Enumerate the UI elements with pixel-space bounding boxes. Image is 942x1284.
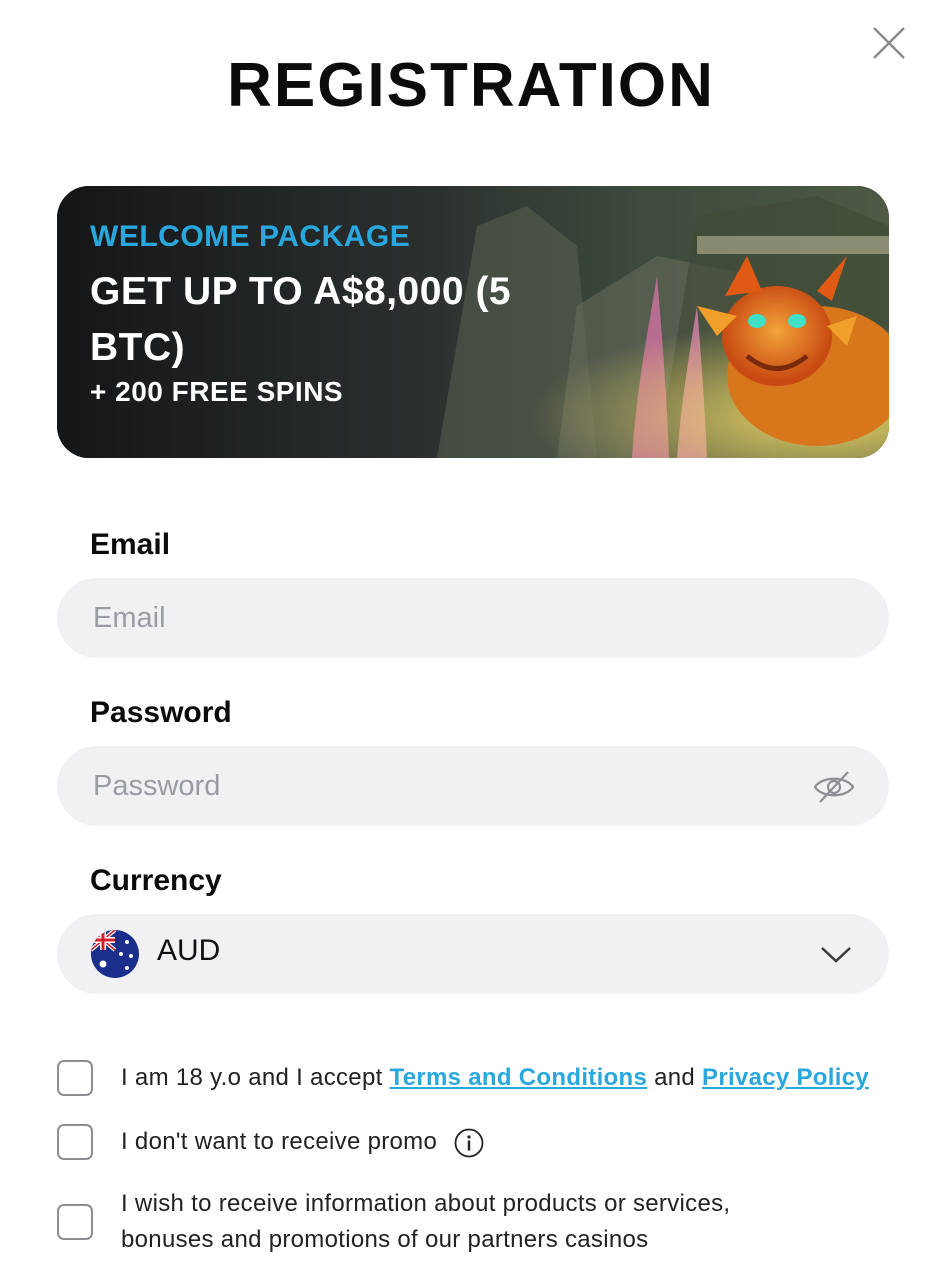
chevron-down-icon <box>819 942 853 966</box>
email-field[interactable] <box>57 578 889 658</box>
password-field[interactable] <box>57 746 889 826</box>
welcome-label: WELCOME PACKAGE <box>90 220 411 253</box>
eye-slash-icon <box>813 771 855 803</box>
bonus-headline: GET UP TO A$8,000 (5 BTC) <box>90 270 512 369</box>
promo-text: I don't want to receive promo <box>121 1128 438 1155</box>
password-visibility-toggle[interactable] <box>812 768 856 806</box>
currency-select[interactable]: AUD <box>57 914 889 994</box>
age-terms-prefix: I am 18 y.o and I accept <box>121 1064 383 1091</box>
free-spins-text: + 200 FREE SPINS <box>90 376 344 407</box>
australia-flag-icon <box>91 930 139 978</box>
currency-selected-value: AUD <box>157 934 221 967</box>
privacy-link[interactable]: Privacy Policy <box>702 1064 869 1091</box>
partners-text: I wish to receive information about prod… <box>121 1186 730 1258</box>
age-terms-checkbox[interactable] <box>57 1060 93 1096</box>
partners-text-line1: I wish to receive information about prod… <box>121 1190 731 1217</box>
welcome-banner: WELCOME PACKAGE GET UP TO A$8,000 (5 BTC… <box>57 186 889 458</box>
age-terms-row: I am 18 y.o and I accept Terms and Condi… <box>57 1058 897 1098</box>
promo-checkbox[interactable] <box>57 1124 93 1160</box>
terms-link[interactable]: Terms and Conditions <box>390 1064 648 1091</box>
info-icon[interactable] <box>454 1128 484 1158</box>
password-label: Password <box>90 696 232 729</box>
page-title: REGISTRATION <box>227 51 715 120</box>
email-label: Email <box>90 528 171 561</box>
age-terms-text: I am 18 y.o and I accept Terms and Condi… <box>121 1060 869 1096</box>
promo-text-wrap: I don't want to receive promo <box>121 1124 484 1160</box>
partners-text-line2: bonuses and promotions of our partners c… <box>121 1226 649 1253</box>
promo-row: I don't want to receive promo <box>57 1122 897 1162</box>
currency-label: Currency <box>90 864 222 897</box>
age-terms-conjunction: and <box>654 1064 696 1091</box>
partners-row: I wish to receive information about prod… <box>57 1186 897 1258</box>
partners-checkbox[interactable] <box>57 1204 93 1240</box>
